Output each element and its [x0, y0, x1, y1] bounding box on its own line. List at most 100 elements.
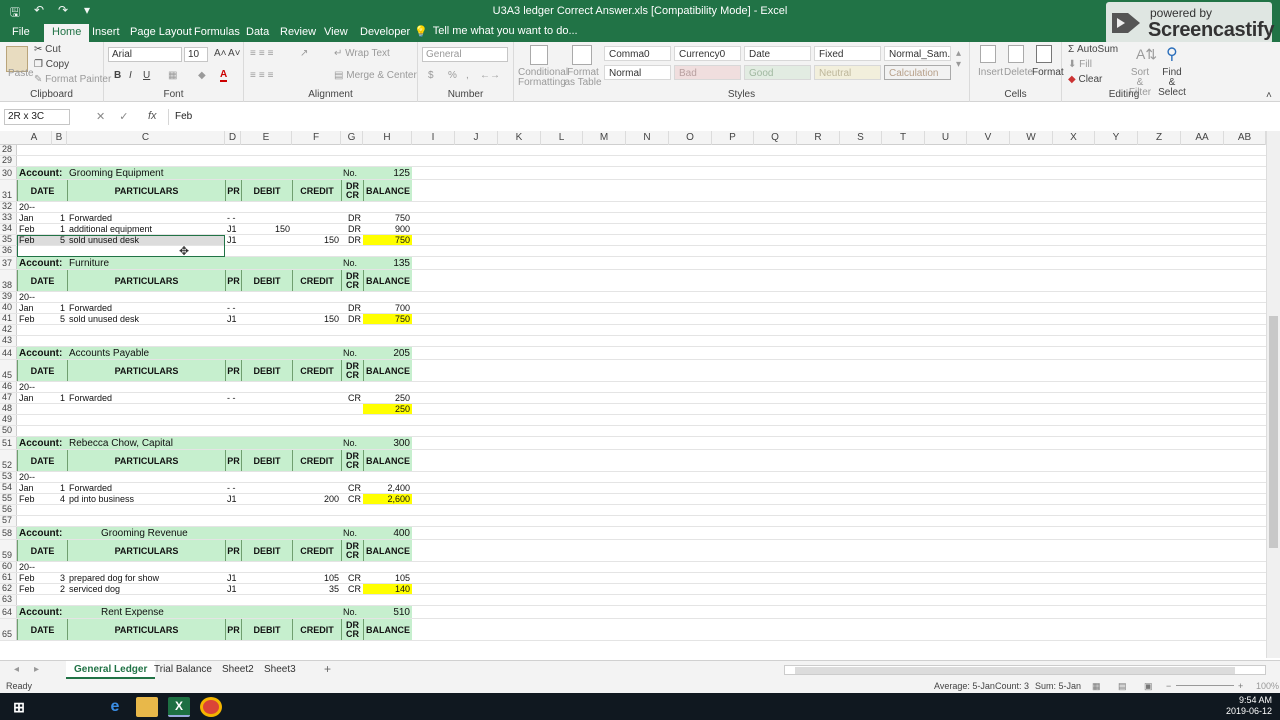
column-header-q[interactable]: Q — [754, 131, 797, 145]
cell-a[interactable]: 20-- — [17, 382, 52, 392]
magnifier-icon[interactable]: ⚲ — [1166, 44, 1178, 64]
row-header[interactable]: 32 — [0, 201, 17, 212]
cell-a[interactable]: Jan — [17, 393, 52, 403]
ledger-header-date[interactable]: DATE — [17, 180, 67, 201]
percent-button[interactable]: % — [448, 70, 457, 81]
cell-h[interactable]: 2,400 — [363, 483, 412, 493]
account-no-label[interactable]: No. — [341, 437, 363, 449]
zoom-slider[interactable] — [1176, 685, 1234, 686]
format-table-icon[interactable] — [572, 45, 592, 65]
tab-home[interactable]: Home — [44, 24, 90, 42]
column-header-a[interactable]: A — [17, 131, 52, 145]
cell-b[interactable]: 1 — [52, 303, 67, 313]
account-label[interactable]: Account: — [17, 167, 67, 179]
insert-button[interactable]: Insert — [978, 67, 1003, 78]
cell-h[interactable]: 750 — [363, 213, 412, 223]
style-good[interactable]: Good — [744, 65, 811, 80]
tab-developer[interactable]: Developer — [354, 25, 416, 42]
ledger-header-credit[interactable]: CREDIT — [292, 180, 341, 201]
cell-c[interactable]: Forwarded — [67, 393, 225, 403]
normal-view-icon[interactable]: ▦ — [1092, 681, 1101, 692]
column-header-j[interactable]: J — [455, 131, 498, 145]
row-header[interactable]: 34 — [0, 223, 17, 234]
ledger-header-credit[interactable]: CREDIT — [292, 540, 341, 561]
row-header[interactable]: 60 — [0, 561, 17, 572]
format-button[interactable]: Format — [1032, 67, 1064, 78]
ledger-header-drcr[interactable]: DR CR — [341, 360, 363, 381]
ledger-header-balance[interactable]: BALANCE — [363, 270, 412, 291]
row-header[interactable]: 47 — [0, 392, 17, 403]
cell-g[interactable]: CR — [341, 483, 363, 493]
collapse-ribbon-icon[interactable]: ˄ — [1266, 90, 1272, 101]
account-label[interactable]: Account: — [17, 606, 67, 618]
delete-button[interactable]: Delete — [1004, 67, 1033, 78]
grow-font-icon[interactable]: A˄ — [214, 48, 227, 59]
cell-a[interactable]: Feb — [17, 573, 52, 583]
sort-filter-icon[interactable]: A⇅ — [1136, 46, 1157, 63]
spreadsheet-grid[interactable]: A B C D E F G H I J K L M N O P Q R S T U V W X Y Z AA AB 28 29 30 Acc… — [0, 131, 1266, 658]
format-as-table-button[interactable]: Format as Table — [564, 68, 602, 88]
tab-review[interactable]: Review — [274, 25, 322, 42]
column-header-r[interactable]: R — [797, 131, 840, 145]
zoom-out-icon[interactable]: − — [1166, 681, 1171, 691]
row-header[interactable]: 43 — [0, 335, 17, 346]
add-sheet-button[interactable]: + — [316, 661, 339, 679]
cell-g[interactable]: CR — [341, 393, 363, 403]
vertical-align-icons[interactable]: ≡≡≡ — [250, 48, 277, 59]
cell-h[interactable]: 140 — [363, 584, 412, 594]
row-header[interactable]: 37 — [0, 257, 17, 269]
column-header-i[interactable]: I — [412, 131, 455, 145]
ledger-header-particulars[interactable]: PARTICULARS — [67, 450, 225, 471]
cell-g[interactable]: DR — [341, 213, 363, 223]
ledger-header-date[interactable]: DATE — [17, 270, 67, 291]
cell-d[interactable]: J1 — [225, 494, 241, 504]
insert-function-icon[interactable]: fx — [148, 110, 157, 122]
row-header[interactable]: 41 — [0, 313, 17, 324]
account-number[interactable]: 300 — [363, 437, 412, 449]
cell-c[interactable]: Forwarded — [67, 483, 225, 493]
format-cells-icon[interactable] — [1036, 45, 1052, 63]
column-header-h[interactable]: H — [363, 131, 412, 145]
cell-d[interactable]: - - — [225, 303, 241, 313]
row-header[interactable]: 64 — [0, 606, 17, 618]
styles-more-icon[interactable]: ▴ ▾ — [956, 48, 961, 70]
row-header[interactable]: 59 — [0, 540, 17, 561]
ledger-header-drcr[interactable]: DR CR — [341, 540, 363, 561]
ledger-header-credit[interactable]: CREDIT — [292, 450, 341, 471]
cell-g[interactable]: CR — [341, 584, 363, 594]
font-size-select[interactable]: 10 — [184, 47, 208, 62]
row-header[interactable]: 28 — [0, 144, 17, 155]
wrap-text-button[interactable]: ↵ Wrap Text — [334, 48, 390, 59]
row-header[interactable]: 57 — [0, 515, 17, 526]
cell-f[interactable]: 150 — [292, 235, 341, 245]
cell-a[interactable]: Feb — [17, 314, 52, 324]
cell-g[interactable]: DR — [341, 314, 363, 324]
tab-data[interactable]: Data — [240, 25, 275, 42]
ledger-header-particulars[interactable]: PARTICULARS — [67, 540, 225, 561]
ledger-header-pr[interactable]: PR — [225, 540, 241, 561]
row-header[interactable]: 30 — [0, 167, 17, 179]
cut-button[interactable]: ✂ Cut — [34, 44, 61, 55]
cell-h[interactable]: 750 — [363, 235, 412, 245]
cell-h[interactable]: 2,600 — [363, 494, 412, 504]
zoom-level[interactable]: 100% — [1256, 681, 1279, 691]
ledger-header-date[interactable]: DATE — [17, 540, 67, 561]
ledger-header-pr[interactable]: PR — [225, 619, 241, 640]
style-calculation[interactable]: Calculation — [884, 65, 951, 80]
style-normal[interactable]: Normal — [604, 65, 671, 80]
account-number[interactable]: 135 — [363, 257, 412, 269]
sheet-prev-icon[interactable]: ◂ — [6, 661, 27, 679]
column-header-aa[interactable]: AA — [1181, 131, 1224, 145]
cell-c[interactable]: Forwarded — [67, 303, 225, 313]
column-header-g[interactable]: G — [341, 131, 363, 145]
ledger-header-balance[interactable]: BALANCE — [363, 540, 412, 561]
row-header[interactable]: 61 — [0, 572, 17, 583]
row-header[interactable]: 52 — [0, 450, 17, 471]
ledger-header-date[interactable]: DATE — [17, 450, 67, 471]
copy-button[interactable]: ❐ Copy — [34, 59, 69, 70]
column-header-n[interactable]: N — [626, 131, 669, 145]
ledger-header-credit[interactable]: CREDIT — [292, 360, 341, 381]
ledger-header-pr[interactable]: PR — [225, 450, 241, 471]
format-painter-button[interactable]: ✎ Format Painter — [34, 74, 111, 85]
tab-page-layout[interactable]: Page Layout — [124, 25, 198, 42]
